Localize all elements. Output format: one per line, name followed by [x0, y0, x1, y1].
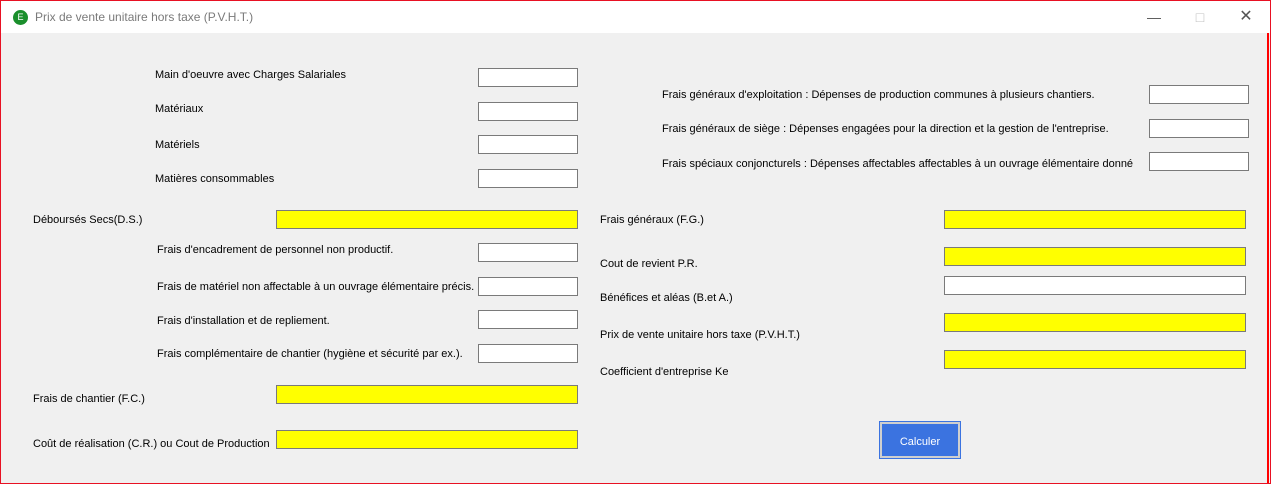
label-frais-encadrement: Frais d'encadrement de personnel non pro…	[157, 244, 394, 256]
fg-exploitation-field[interactable]	[1149, 85, 1249, 104]
pvht-field[interactable]	[944, 313, 1246, 332]
frais-chantier-field[interactable]	[276, 385, 578, 404]
label-main-oeuvre: Main d'oeuvre avec Charges Salariales	[155, 69, 347, 81]
frais-complementaire-field[interactable]	[478, 344, 578, 363]
fg-siege-field[interactable]	[1149, 119, 1249, 138]
materiels-field[interactable]	[478, 135, 578, 154]
frais-encadrement-field[interactable]	[478, 243, 578, 262]
frais-materiel-field[interactable]	[478, 277, 578, 296]
frais-installation-field[interactable]	[478, 310, 578, 329]
main-oeuvre-field[interactable]	[478, 68, 578, 87]
label-materiels: Matériels	[155, 139, 200, 151]
coefficient-field[interactable]	[944, 350, 1246, 369]
matieres-field[interactable]	[478, 169, 578, 188]
label-debourses: Déboursés Secs(D.S.)	[33, 214, 143, 226]
label-frais-materiel: Frais de matériel non affectable à un ou…	[157, 281, 475, 293]
frais-generaux-field[interactable]	[944, 210, 1246, 229]
benefices-field[interactable]	[944, 276, 1246, 295]
title-bar: E Prix de vente unitaire hors taxe (P.V.…	[1, 1, 1270, 33]
close-icon[interactable]: ✕	[1223, 1, 1269, 33]
label-fs-conjoncturels: Frais spéciaux conjoncturels : Dépenses …	[662, 158, 1134, 170]
cout-realisation-field[interactable]	[276, 430, 578, 449]
label-fg-siege: Frais généraux de siège : Dépenses engag…	[662, 123, 1109, 135]
red-annotation-line	[1267, 33, 1269, 483]
label-frais-complementaire: Frais complémentaire de chantier (hygièn…	[157, 348, 463, 360]
label-pvht: Prix de vente unitaire hors taxe (P.V.H.…	[600, 329, 800, 341]
label-frais-chantier: Frais de chantier (F.C.)	[33, 393, 145, 405]
app-window: E Prix de vente unitaire hors taxe (P.V.…	[0, 0, 1271, 484]
cout-revient-field[interactable]	[944, 247, 1246, 266]
app-icon: E	[13, 10, 28, 25]
debourses-field[interactable]	[276, 210, 578, 229]
calculer-button[interactable]: Calculer	[879, 421, 961, 459]
label-fg-exploitation: Frais généraux d'exploitation : Dépenses…	[662, 89, 1095, 101]
label-cout-realisation: Coût de réalisation (C.R.) ou Cout de Pr…	[33, 438, 270, 450]
materiaux-field[interactable]	[478, 102, 578, 121]
label-frais-installation: Frais d'installation et de repliement.	[157, 315, 330, 327]
label-matieres: Matières consommables	[155, 173, 275, 185]
fs-conjoncturels-field[interactable]	[1149, 152, 1249, 171]
label-cout-revient: Cout de revient P.R.	[600, 258, 698, 270]
window-title: Prix de vente unitaire hors taxe (P.V.H.…	[35, 10, 254, 24]
label-coefficient: Coefficient d'entreprise Ke	[600, 366, 729, 378]
minimize-icon[interactable]: —	[1131, 1, 1177, 33]
label-frais-generaux: Frais généraux (F.G.)	[600, 214, 704, 226]
label-materiaux: Matériaux	[155, 103, 204, 115]
label-benefices: Bénéfices et aléas (B.et A.)	[600, 292, 733, 304]
maximize-icon: □	[1195, 9, 1205, 25]
